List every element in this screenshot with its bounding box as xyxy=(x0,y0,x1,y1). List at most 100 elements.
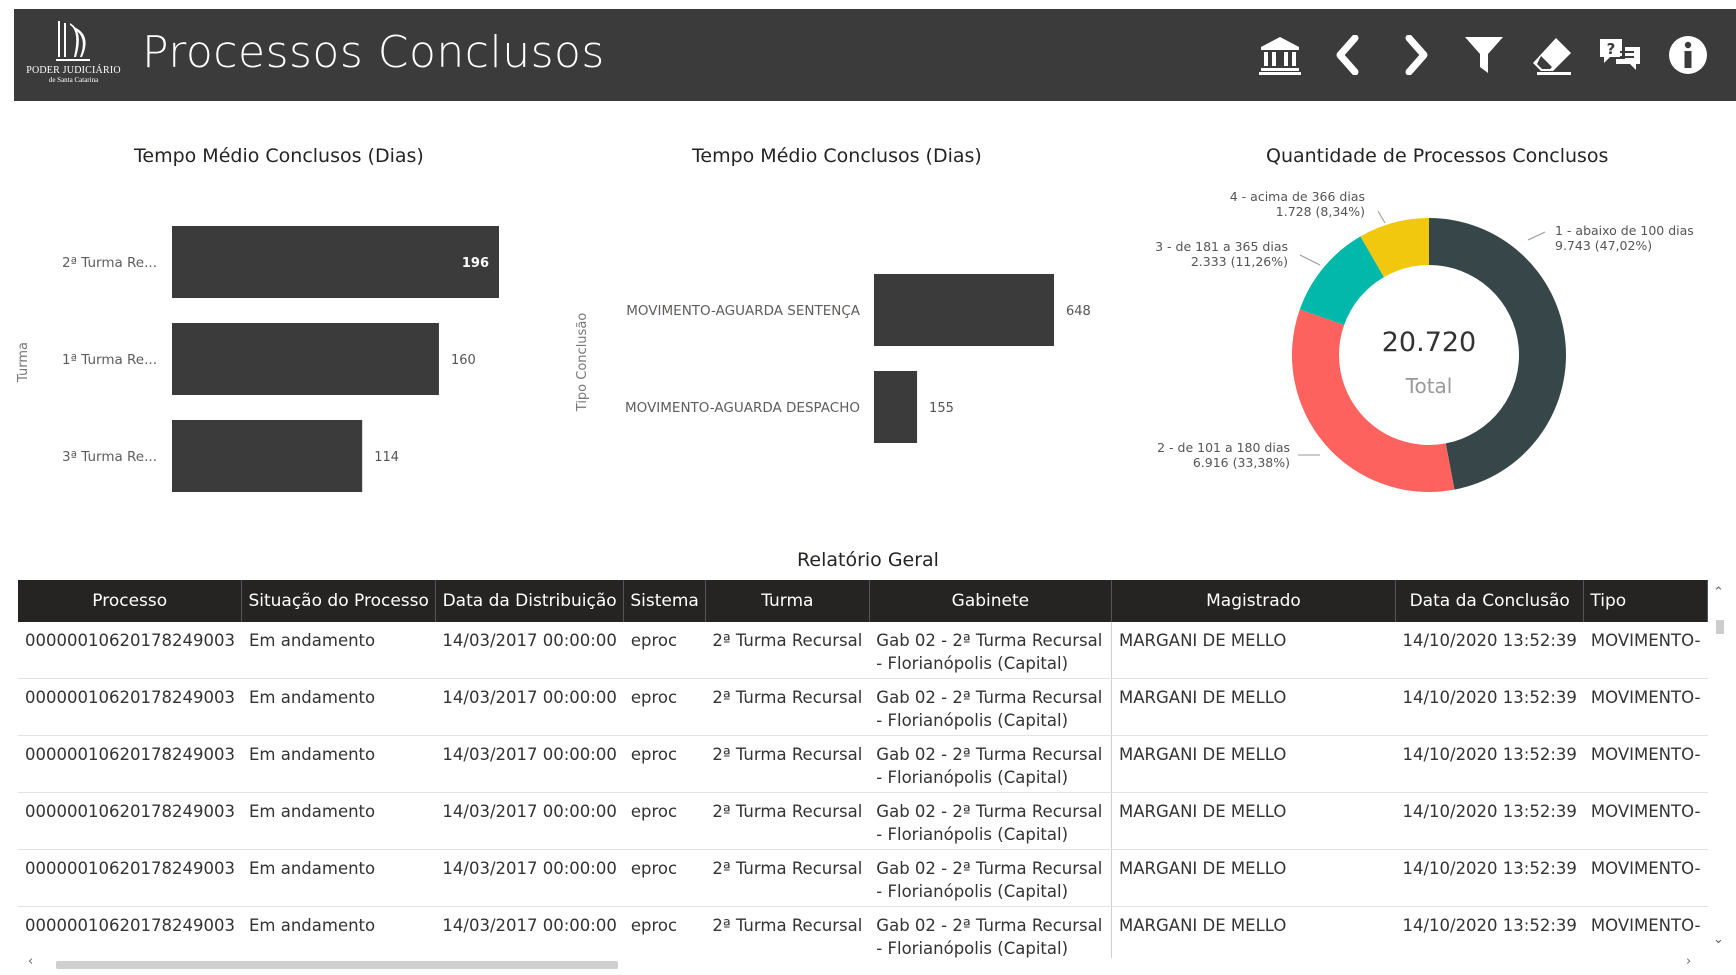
table-cell: eproc xyxy=(623,735,706,793)
table-cell: Em andamento xyxy=(241,622,436,679)
table-cell: Gab 02 - 2ª Turma Recursal - Florianópol… xyxy=(869,849,1112,907)
horizontal-scrollbar[interactable]: ‹ › xyxy=(18,954,1708,971)
table-cell: MOVIMENTO- xyxy=(1583,735,1708,793)
back-button[interactable] xyxy=(1326,33,1370,77)
vertical-scroll-thumb[interactable] xyxy=(1716,620,1724,634)
chart2-bar[interactable] xyxy=(874,371,918,443)
scroll-up-icon[interactable]: ⌃ xyxy=(1713,585,1724,600)
bank-icon xyxy=(1259,37,1301,75)
column-header[interactable]: Processo xyxy=(18,580,243,622)
table-cell: Em andamento xyxy=(241,792,436,850)
table-cell: 14/10/2020 13:52:39 xyxy=(1395,849,1584,907)
table-cell: Gab 02 - 2ª Turma Recursal - Florianópol… xyxy=(869,678,1112,736)
filter-button[interactable] xyxy=(1462,33,1506,77)
home-button[interactable] xyxy=(1258,33,1302,77)
donut-slice-label: 3 - de 181 a 365 dias xyxy=(1155,239,1288,254)
chart2-bar[interactable] xyxy=(874,274,1054,346)
table-cell: MOVIMENTO- xyxy=(1583,678,1708,736)
table-cell: MARGANI DE MELLO xyxy=(1111,735,1396,793)
donut-slice-value: 9.743 (47,02%) xyxy=(1555,238,1652,253)
tjsc-logo: PODER JUDICIÁRIO de Santa Catarina xyxy=(26,19,121,91)
column-header[interactable]: Sistema xyxy=(623,580,706,622)
chart1-category-label: 2ª Turma Re... xyxy=(62,255,157,271)
table-row[interactable]: 00000010620178249003 Em andamento 14/03/20… xyxy=(18,906,1708,958)
column-header[interactable]: Magistrado xyxy=(1111,580,1396,622)
svg-text:?: ? xyxy=(1607,40,1616,58)
scroll-right-icon[interactable]: › xyxy=(1686,954,1691,969)
table-cell: MARGANI DE MELLO xyxy=(1111,906,1396,958)
help-button[interactable]: ? xyxy=(1598,33,1642,77)
chart1-title: Tempo Médio Conclusos (Dias) xyxy=(134,145,424,167)
forward-button[interactable] xyxy=(1394,33,1438,77)
table-cell: Em andamento xyxy=(241,849,436,907)
donut-slice-label: 4 - acima de 366 dias xyxy=(1230,189,1365,204)
vertical-scrollbar[interactable]: ⌃ ⌄ xyxy=(1710,582,1728,950)
info-button[interactable] xyxy=(1666,33,1710,77)
table-cell: Gab 02 - 2ª Turma Recursal - Florianópol… xyxy=(869,735,1112,793)
logo-emblem-icon xyxy=(55,21,90,61)
report-table-container: Processo Situação do Processo Data da Dist… xyxy=(18,580,1708,958)
donut-slice-value: 2.333 (11,26%) xyxy=(1191,254,1288,269)
donut-leader-line xyxy=(1299,254,1321,266)
table-cell: eproc xyxy=(623,622,706,679)
chart3-title: Quantidade de Processos Conclusos xyxy=(1266,145,1609,167)
scroll-down-icon[interactable]: ⌄ xyxy=(1713,932,1724,947)
column-header[interactable]: Tipo xyxy=(1583,580,1708,622)
donut-total-value: 20.720 xyxy=(1382,327,1476,358)
chart1-axis-label: Turma xyxy=(16,342,31,383)
scroll-left-icon[interactable]: ‹ xyxy=(28,954,33,969)
table-row[interactable]: 00000010620178249003 Em andamento 14/03/20… xyxy=(18,849,1708,907)
table-cell: Em andamento xyxy=(241,906,436,958)
table-cell: MOVIMENTO- xyxy=(1583,622,1708,679)
chart1-data-label: 160 xyxy=(451,353,476,368)
column-header[interactable]: Situação do Processo xyxy=(241,580,436,622)
donut-slice-label: 2 - de 101 a 180 dias xyxy=(1157,440,1290,455)
eraser-icon xyxy=(1533,38,1571,75)
chart1-bar[interactable] xyxy=(172,323,439,395)
chart-tempo-medio-tipo: Tipo Conclusão MOVIMENTO-AGUARDA SENTENÇA… xyxy=(575,274,1091,443)
chart2-data-label: 648 xyxy=(1066,304,1091,319)
table-row[interactable]: 00000010620178249003 Em andamento 14/03/20… xyxy=(18,678,1708,736)
table-cell: MARGANI DE MELLO xyxy=(1111,678,1396,736)
column-header[interactable]: Data da Conclusão xyxy=(1395,580,1585,622)
table-cell: MARGANI DE MELLO xyxy=(1111,849,1396,907)
donut-leader-line xyxy=(1377,210,1386,224)
forward-icon xyxy=(1405,35,1428,75)
donut-slice-value: 1.728 (8,34%) xyxy=(1276,204,1365,219)
table-cell: eproc xyxy=(623,792,706,850)
chart1-data-label: 196 xyxy=(462,256,489,271)
table-row[interactable]: 00000010620178249003 Em andamento 14/03/20… xyxy=(18,622,1708,679)
table-cell: 14/03/2017 00:00:00 xyxy=(435,678,624,736)
table-cell: 14/10/2020 13:52:39 xyxy=(1395,678,1584,736)
column-header[interactable]: Turma xyxy=(705,580,870,622)
table-cell: 00000010620178249003 xyxy=(18,906,242,958)
chart2-axis-label: Tipo Conclusão xyxy=(575,313,590,412)
table-row[interactable]: 00000010620178249003 Em andamento 14/03/20… xyxy=(18,735,1708,793)
chart1-data-label: 114 xyxy=(374,450,399,465)
table-cell: eproc xyxy=(623,678,706,736)
chart1-bar[interactable] xyxy=(172,420,363,492)
table-cell: eproc xyxy=(623,906,706,958)
table-cell: 2ª Turma Recursal xyxy=(705,792,870,850)
clear-filters-button[interactable] xyxy=(1530,33,1574,77)
table-cell: 14/03/2017 00:00:00 xyxy=(435,849,624,907)
table-cell: 00000010620178249003 xyxy=(18,735,242,793)
table-cell: 2ª Turma Recursal xyxy=(705,678,870,736)
table-cell: 14/10/2020 13:52:39 xyxy=(1395,906,1584,958)
filter-icon xyxy=(1465,37,1503,73)
table-cell: 14/10/2020 13:52:39 xyxy=(1395,735,1584,793)
chart1-bar[interactable] xyxy=(172,226,499,298)
donut-total-label: Total xyxy=(1405,374,1453,398)
table-cell: 00000010620178249003 xyxy=(18,792,242,850)
logo-subtext: de Santa Catarina xyxy=(48,76,99,84)
column-header[interactable]: Data da Distribuição xyxy=(435,580,625,622)
column-header[interactable]: Gabinete xyxy=(869,580,1113,622)
table-cell: 00000010620178249003 xyxy=(18,678,242,736)
horizontal-scroll-thumb[interactable] xyxy=(56,961,618,969)
table-cell: 2ª Turma Recursal xyxy=(705,849,870,907)
table-cell: MOVIMENTO- xyxy=(1583,906,1708,958)
table-row[interactable]: 00000010620178249003 Em andamento 14/03/20… xyxy=(18,792,1708,850)
donut-slice-label: 1 - abaixo de 100 dias xyxy=(1555,223,1694,238)
report-title: Relatório Geral xyxy=(797,549,939,571)
chart1-category-label: 3ª Turma Re... xyxy=(62,449,157,465)
